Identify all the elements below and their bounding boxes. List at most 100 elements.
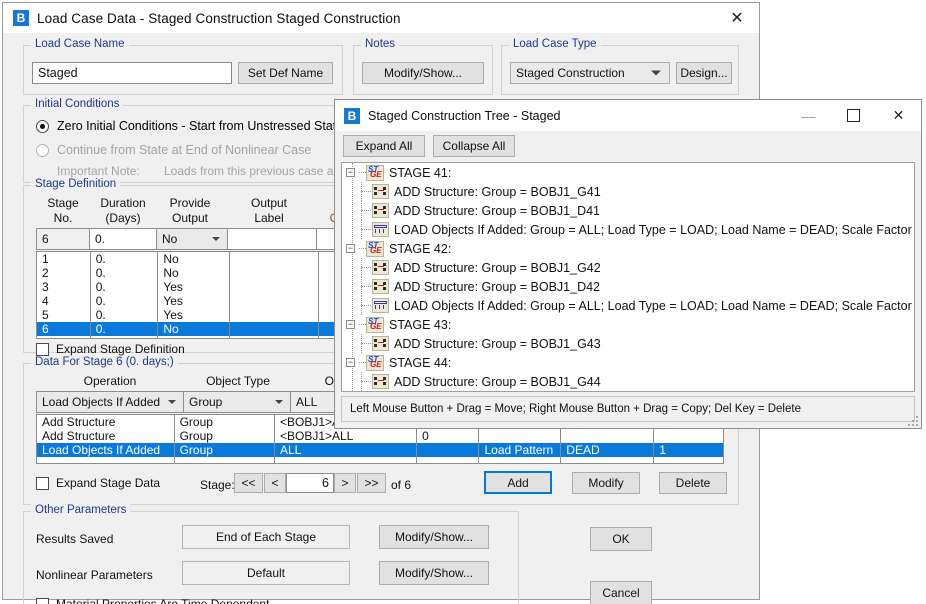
results-saved-value: End of Each Stage	[182, 525, 350, 549]
table-row[interactable]: 6	[37, 322, 90, 336]
table-row[interactable]	[230, 322, 319, 336]
delete-button[interactable]: Delete	[659, 472, 727, 494]
table-row[interactable]: <BOBJ1>ALL	[275, 429, 416, 443]
table-row[interactable]: 0.	[91, 308, 158, 322]
table-row[interactable]	[654, 429, 723, 443]
tree-node-stage[interactable]: − STGE STAGE 42:	[342, 239, 914, 258]
tree-node-item[interactable]: ADD Structure: Group = BOBJ1_G44	[342, 372, 914, 391]
stage-first-button[interactable]: <<	[234, 473, 263, 493]
results-saved-modify-show-button[interactable]: Modify/Show...	[379, 525, 489, 549]
table-row[interactable]: 0.	[91, 294, 158, 308]
table-row[interactable]: 0	[417, 429, 478, 443]
nonlinear-parameters-modify-show-button[interactable]: Modify/Show...	[379, 561, 489, 585]
table-row[interactable]: 0.	[91, 252, 158, 266]
table-row[interactable]: No	[158, 266, 229, 280]
collapse-all-button[interactable]: Collapse All	[433, 135, 515, 157]
tree-node-stage[interactable]: − STGE STAGE 41:	[342, 163, 914, 182]
table-row[interactable]: Load Pattern	[479, 443, 560, 457]
tree-view[interactable]: − STGE STAGE 41: ADD Structure: Group = …	[341, 162, 915, 392]
load-case-type-select[interactable]: Staged Construction	[510, 62, 670, 84]
notes-modify-show-button[interactable]: Modify/Show...	[362, 62, 484, 84]
collapse-toggle-icon[interactable]: −	[346, 358, 355, 367]
collapse-toggle-icon[interactable]: −	[346, 244, 355, 253]
tree-node-item[interactable]: ADD Structure: Group = BOBJ1_D44	[342, 391, 914, 392]
stage-def-edit-provide-output[interactable]: No	[156, 228, 228, 250]
close-icon[interactable]: ✕	[876, 100, 921, 131]
collapse-toggle-icon[interactable]: −	[346, 320, 355, 329]
table-row[interactable]: Load Objects If Added	[37, 443, 174, 457]
radio-continue-from-state[interactable]: Continue from State at End of Nonlinear …	[36, 143, 311, 157]
table-row[interactable]: 1	[654, 443, 723, 457]
table-row[interactable]	[230, 280, 319, 294]
object-type-select[interactable]: Group	[183, 391, 291, 413]
tree-node-item[interactable]: ADD Structure: Group = BOBJ1_G41	[342, 182, 914, 201]
stage-def-edit-duration[interactable]: 0.	[89, 228, 157, 250]
table-row[interactable]: 4	[37, 294, 90, 308]
design-button[interactable]: Design...	[676, 62, 732, 84]
table-row[interactable]	[417, 443, 478, 457]
stage-def-header-stage: Stage	[36, 196, 90, 210]
tree-node-item[interactable]: ADD Structure: Group = BOBJ1_G43	[342, 334, 914, 353]
table-row[interactable]: ALL	[275, 443, 416, 457]
stage-last-button[interactable]: >>	[357, 473, 386, 493]
add-structure-icon	[372, 184, 389, 199]
tree-node-item[interactable]: LOAD Objects If Added: Group = ALL; Load…	[342, 296, 914, 315]
stage-prev-button[interactable]: <	[264, 473, 286, 493]
table-row[interactable]: Yes	[158, 308, 229, 322]
checkbox-icon-material-time-dependent	[36, 598, 49, 604]
table-row[interactable]: 0.	[91, 266, 158, 280]
stage-def-edit-output-label[interactable]	[227, 228, 317, 250]
table-row[interactable]: Yes	[158, 280, 229, 294]
tree-node-item[interactable]: ADD Structure: Group = BOBJ1_G42	[342, 258, 914, 277]
expand-stage-definition-checkbox[interactable]: Expand Stage Definition	[36, 342, 185, 356]
expand-stage-data-checkbox[interactable]: Expand Stage Data	[36, 476, 160, 490]
radio-zero-initial-conditions[interactable]: Zero Initial Conditions - Start from Uns…	[36, 119, 343, 133]
table-row[interactable]: Group	[175, 443, 274, 457]
table-row[interactable]: DEAD	[561, 443, 653, 457]
stage-def-edit-no[interactable]: 6	[36, 228, 90, 250]
table-row[interactable]: No	[158, 322, 229, 336]
table-row[interactable]: 2	[37, 266, 90, 280]
radio-icon-continue	[36, 144, 49, 157]
table-row[interactable]: 5	[37, 308, 90, 322]
tree-node-item[interactable]: ADD Structure: Group = BOBJ1_D41	[342, 201, 914, 220]
material-time-dependent-checkbox[interactable]: Material Properties Are Time Dependent	[36, 597, 269, 604]
tree-node-stage[interactable]: − STGE STAGE 44:	[342, 353, 914, 372]
minimize-icon[interactable]: —	[786, 100, 831, 131]
stage-def-header-output: Output	[229, 196, 309, 210]
operation-select[interactable]: Load Objects If Added	[36, 391, 184, 413]
set-def-name-button[interactable]: Set Def Name	[238, 62, 333, 84]
table-row[interactable]	[230, 266, 319, 280]
stage-number-input[interactable]: 6	[286, 473, 334, 493]
cancel-button[interactable]: Cancel	[590, 581, 652, 604]
table-row[interactable]: Group	[175, 415, 274, 429]
table-row[interactable]: 0.	[91, 322, 158, 336]
tree-node-item[interactable]: ADD Structure: Group = BOBJ1_D42	[342, 277, 914, 296]
ok-button[interactable]: OK	[590, 527, 652, 551]
table-row[interactable]	[230, 294, 319, 308]
expand-all-button[interactable]: Expand All	[343, 135, 425, 157]
tree-node-stage[interactable]: − STGE STAGE 43:	[342, 315, 914, 334]
table-row[interactable]: Add Structure	[37, 429, 174, 443]
table-row[interactable]: Group	[175, 429, 274, 443]
close-icon[interactable]: ✕	[715, 3, 759, 33]
modify-button[interactable]: Modify	[572, 472, 640, 494]
resize-grip[interactable]	[906, 414, 918, 426]
table-row[interactable]: 0.	[91, 280, 158, 294]
table-row[interactable]: Add Structure	[37, 415, 174, 429]
load-case-name-input[interactable]: Staged	[32, 62, 232, 84]
maximize-icon[interactable]	[831, 100, 876, 131]
tree-connector	[359, 362, 366, 364]
add-button[interactable]: Add	[484, 471, 552, 494]
tree-node-item[interactable]: LOAD Objects If Added: Group = ALL; Load…	[342, 220, 914, 239]
table-row[interactable]: 3	[37, 280, 90, 294]
table-row[interactable]	[479, 429, 560, 443]
table-row[interactable]	[561, 429, 653, 443]
table-row[interactable]: No	[158, 252, 229, 266]
table-row[interactable]	[230, 252, 319, 266]
table-row[interactable]: Yes	[158, 294, 229, 308]
table-row[interactable]	[230, 308, 319, 322]
stage-next-button[interactable]: >	[334, 473, 356, 493]
collapse-toggle-icon[interactable]: −	[346, 168, 355, 177]
table-row[interactable]: 1	[37, 252, 90, 266]
